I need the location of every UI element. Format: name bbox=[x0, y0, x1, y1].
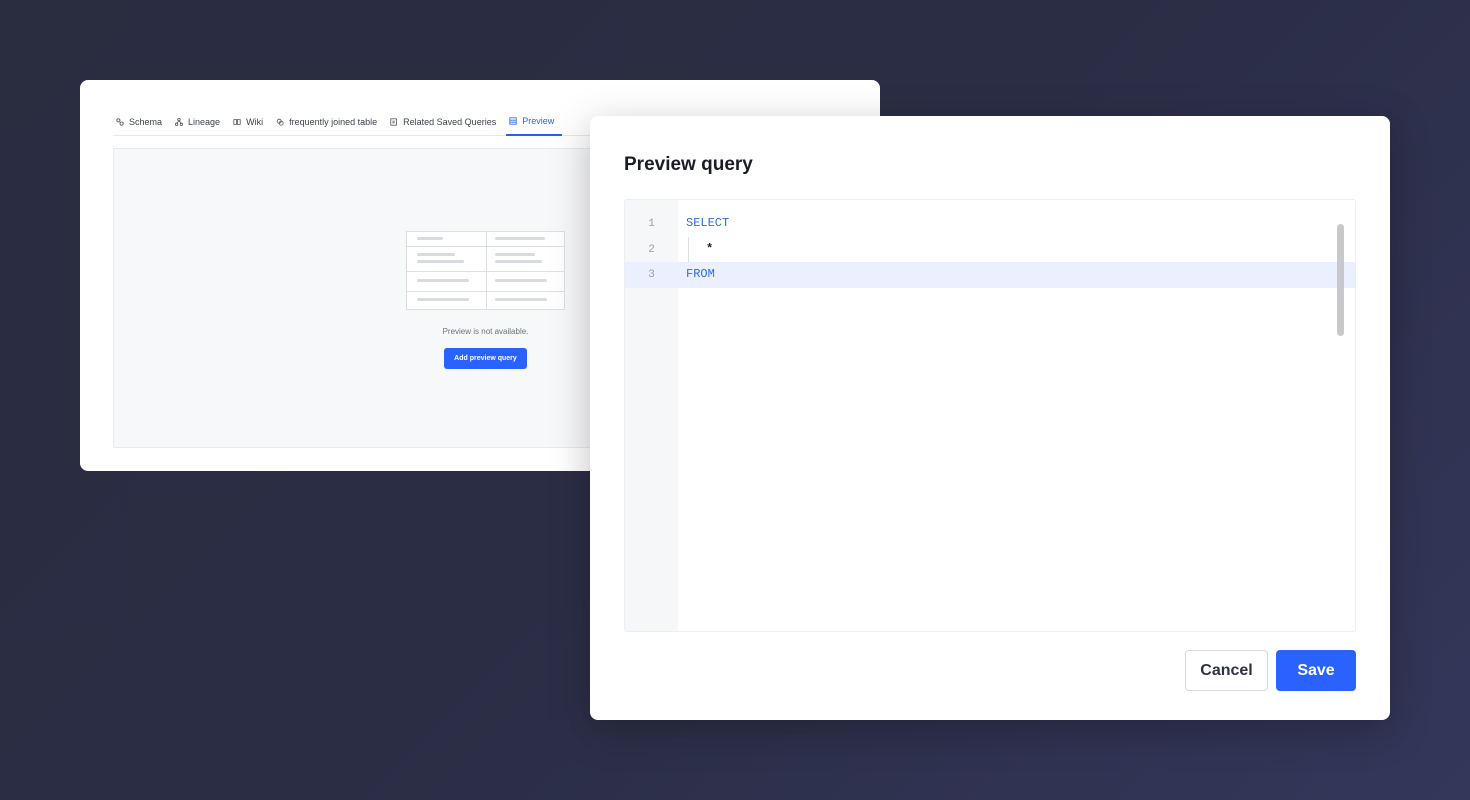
line-number: 2 bbox=[648, 244, 655, 256]
illustration-bar bbox=[417, 279, 469, 282]
join-icon bbox=[276, 118, 284, 126]
tab-frequently-joined[interactable]: frequently joined table bbox=[273, 108, 385, 135]
illustration-bar bbox=[495, 298, 547, 301]
tab-preview-label: Preview bbox=[522, 115, 555, 126]
illustration-bar bbox=[495, 279, 547, 282]
line-number: 1 bbox=[648, 218, 655, 230]
save-button[interactable]: Save bbox=[1276, 650, 1356, 691]
illustration-bar bbox=[417, 260, 464, 263]
sql-editor[interactable]: 1 SELECT 2 * 3 FROM bbox=[624, 199, 1356, 632]
code-line-active[interactable]: 3 FROM bbox=[625, 262, 1355, 288]
illustration-bar bbox=[495, 253, 535, 256]
add-preview-query-button[interactable]: Add preview query bbox=[444, 348, 527, 369]
modal-title: Preview query bbox=[624, 154, 753, 175]
indent-guide bbox=[688, 237, 689, 263]
tab-related-saved-queries-label: Related Saved Queries bbox=[403, 116, 497, 127]
empty-table-illustration bbox=[406, 231, 565, 310]
line-number: 3 bbox=[648, 269, 655, 281]
illustration-bar bbox=[417, 253, 455, 256]
tab-schema[interactable]: Schema bbox=[113, 108, 170, 135]
lineage-icon bbox=[175, 117, 184, 126]
tab-lineage[interactable]: Lineage bbox=[172, 108, 228, 135]
schema-icon bbox=[116, 117, 124, 126]
code-text: FROM bbox=[686, 267, 715, 281]
illustration-divider bbox=[407, 271, 564, 272]
tab-schema-label: Schema bbox=[129, 116, 163, 127]
book-icon bbox=[233, 118, 241, 125]
cancel-button[interactable]: Cancel bbox=[1185, 650, 1268, 691]
code-text: SELECT bbox=[686, 216, 730, 230]
table-icon bbox=[509, 116, 517, 125]
editor-scrollbar[interactable] bbox=[1337, 224, 1344, 336]
illustration-bar bbox=[417, 298, 469, 301]
empty-state-message: Preview is not available. bbox=[442, 327, 529, 336]
code-text: * bbox=[706, 242, 714, 256]
tab-wiki[interactable]: Wiki bbox=[230, 108, 271, 135]
code-line[interactable]: 2 * bbox=[625, 237, 1355, 263]
tab-lineage-label: Lineage bbox=[188, 116, 221, 127]
preview-query-modal: Preview query 1 SELECT 2 * 3 FROM Cancel… bbox=[590, 116, 1390, 720]
code-line[interactable]: 1 SELECT bbox=[625, 211, 1355, 237]
illustration-bar bbox=[495, 237, 545, 240]
tab-related-saved-queries[interactable]: Related Saved Queries bbox=[387, 108, 504, 135]
illustration-divider bbox=[407, 246, 564, 247]
tab-frequently-joined-label: frequently joined table bbox=[289, 116, 378, 127]
illustration-divider bbox=[407, 291, 564, 292]
illustration-bar bbox=[495, 260, 542, 263]
saved-query-icon bbox=[390, 117, 397, 126]
illustration-bar bbox=[417, 237, 443, 240]
tab-wiki-label: Wiki bbox=[246, 116, 264, 127]
tab-preview[interactable]: Preview bbox=[506, 108, 563, 136]
